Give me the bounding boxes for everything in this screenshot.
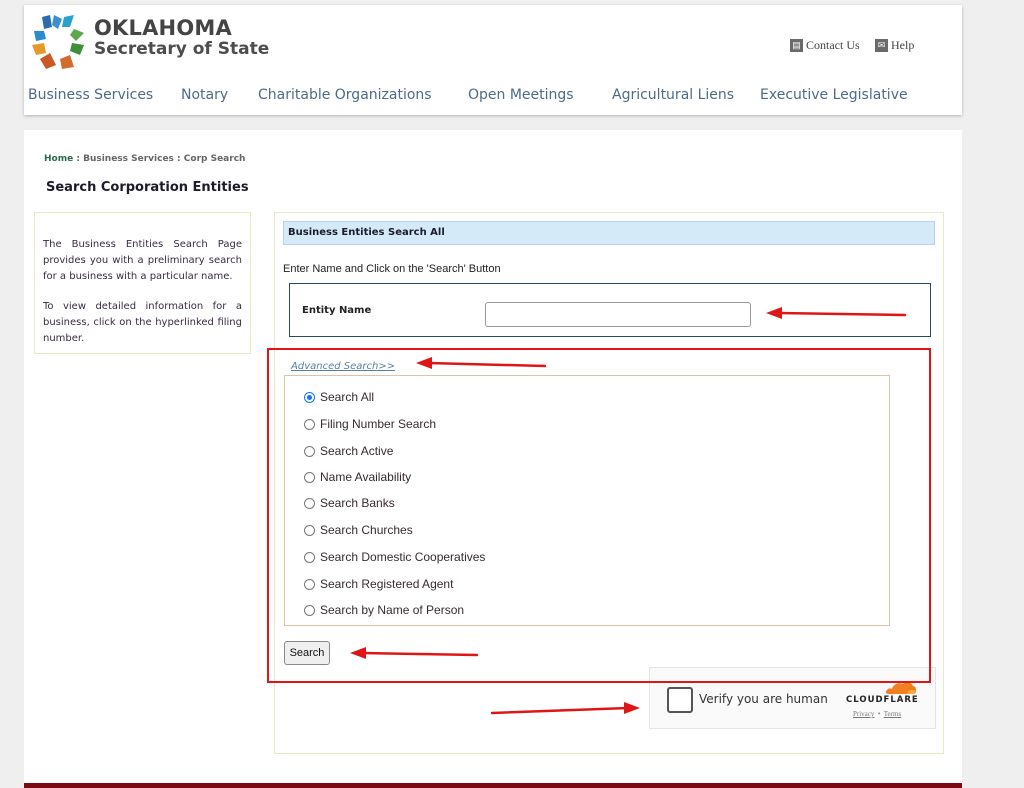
link-separator: • <box>877 710 881 718</box>
contact-us-label: Contact Us <box>806 38 860 52</box>
annotation-highlight-box <box>267 348 931 683</box>
brand-subtitle: Secretary of State <box>94 39 270 59</box>
info-sidebar: The Business Entities Search Page provid… <box>34 212 251 354</box>
terms-link[interactable]: Terms <box>884 710 901 718</box>
oklahoma-star-logo[interactable] <box>30 13 88 71</box>
info-paragraph: To view detailed information for a busin… <box>43 301 242 344</box>
search-instructions: Enter Name and Click on the 'Search' But… <box>283 263 501 275</box>
contact-us-link[interactable]: ▤ Contact Us <box>790 38 860 53</box>
entity-name-input[interactable] <box>485 302 751 327</box>
captcha-label: Verify you are human <box>699 692 828 706</box>
nav-executive-legislative[interactable]: Executive Legislative <box>760 87 908 103</box>
breadcrumb-separator: : <box>173 154 184 164</box>
breadcrumb-current: Corp Search <box>183 154 246 164</box>
page-title: Search Corporation Entities <box>46 180 249 195</box>
entity-name-box: Entity Name <box>289 283 931 337</box>
mail-icon: ✉ <box>875 39 888 52</box>
breadcrumb: Home : Business Services : Corp Search <box>44 154 245 164</box>
captcha-checkbox[interactable] <box>667 687 693 713</box>
help-label: Help <box>891 38 915 52</box>
nav-open-meetings[interactable]: Open Meetings <box>468 87 574 103</box>
info-paragraph: The Business Entities Search Page provid… <box>43 239 242 282</box>
breadcrumb-home[interactable]: Home <box>44 154 73 164</box>
breadcrumb-separator: : <box>73 154 84 164</box>
entity-name-label: Entity Name <box>302 305 372 316</box>
footer-bar <box>24 783 962 788</box>
help-link[interactable]: ✉ Help <box>875 38 914 53</box>
privacy-link[interactable]: Privacy <box>853 710 874 718</box>
brand-title: OKLAHOMA <box>94 16 232 40</box>
nav-notary[interactable]: Notary <box>181 87 228 103</box>
cloudflare-logo: CLOUDFLARE <box>846 695 919 705</box>
panel-heading: Business Entities Search All <box>283 221 935 245</box>
nav-business-services[interactable]: Business Services <box>28 87 153 103</box>
site-header: OKLAHOMA Secretary of State ▤ Contact Us… <box>24 5 962 115</box>
breadcrumb-business-services[interactable]: Business Services <box>83 154 174 164</box>
nav-agricultural-liens[interactable]: Agricultural Liens <box>612 87 734 103</box>
nav-charitable-organizations[interactable]: Charitable Organizations <box>258 87 432 103</box>
captcha-links: Privacy • Terms <box>853 710 901 718</box>
contact-icon: ▤ <box>790 39 803 52</box>
